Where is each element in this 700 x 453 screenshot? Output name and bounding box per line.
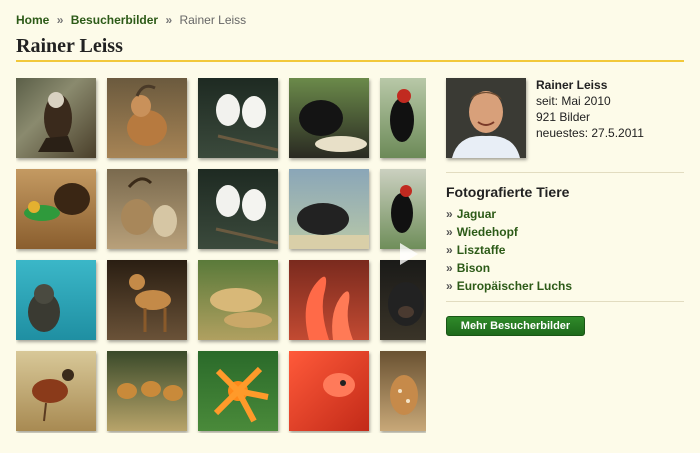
- photo-thumbnail[interactable]: [289, 351, 369, 431]
- more-visitor-images-button[interactable]: Mehr Besucherbilder: [446, 316, 585, 336]
- photo-thumbnail[interactable]: [380, 260, 426, 340]
- photo-grid: [16, 78, 426, 433]
- photo-thumbnail[interactable]: [198, 351, 278, 431]
- animal-link[interactable]: Lisztaffe: [457, 243, 506, 257]
- breadcrumb: Home » Besucherbilder » Rainer Leiss: [16, 13, 246, 27]
- photo-thumbnail[interactable]: [198, 78, 278, 158]
- profile-name: Rainer Leiss: [536, 78, 608, 92]
- photo-thumbnail[interactable]: [289, 78, 369, 158]
- bullet: »: [446, 279, 453, 293]
- page-title: Rainer Leiss: [16, 35, 123, 57]
- divider: [446, 301, 684, 302]
- bullet: »: [446, 207, 453, 221]
- list-item[interactable]: » Bison: [446, 259, 572, 277]
- bullet: »: [446, 261, 453, 275]
- breadcrumb-separator: »: [56, 13, 64, 27]
- title-divider: [16, 60, 684, 62]
- photo-thumbnail[interactable]: [107, 351, 187, 431]
- photo-thumbnail[interactable]: [107, 260, 187, 340]
- profile-latest: neuestes: 27.5.2011: [536, 126, 644, 140]
- breadcrumb-separator: »: [165, 13, 173, 27]
- photo-thumbnail[interactable]: [16, 169, 96, 249]
- animal-link[interactable]: Europäischer Luchs: [457, 279, 572, 293]
- photo-thumbnail[interactable]: [198, 260, 278, 340]
- photo-thumbnail[interactable]: [198, 169, 278, 249]
- animal-link[interactable]: Wiedehopf: [457, 225, 518, 239]
- animal-link[interactable]: Bison: [457, 261, 490, 275]
- breadcrumb-current: Rainer Leiss: [179, 13, 247, 27]
- photo-thumbnail[interactable]: [380, 351, 426, 431]
- breadcrumb-section-link[interactable]: Besucherbilder: [71, 13, 158, 27]
- profile-since: seit: Mai 2010: [536, 94, 611, 108]
- photo-thumbnail[interactable]: [16, 260, 96, 340]
- divider: [446, 172, 684, 173]
- photo-thumbnail[interactable]: [107, 169, 187, 249]
- photo-thumbnail[interactable]: [289, 260, 369, 340]
- animals-section-title: Fotografierte Tiere: [446, 184, 570, 200]
- bullet: »: [446, 225, 453, 239]
- photo-thumbnail[interactable]: [16, 351, 96, 431]
- avatar[interactable]: [446, 78, 526, 158]
- list-item[interactable]: » Wiedehopf: [446, 223, 572, 241]
- animal-list: » Jaguar » Wiedehopf » Lisztaffe » Bison » Eu…: [446, 205, 572, 295]
- list-item[interactable]: » Europäischer Luchs: [446, 277, 572, 295]
- next-arrow-icon[interactable]: [398, 241, 420, 267]
- photo-thumbnail[interactable]: [107, 78, 187, 158]
- photo-thumbnail[interactable]: [380, 169, 426, 249]
- animal-link[interactable]: Jaguar: [457, 207, 496, 221]
- breadcrumb-home-link[interactable]: Home: [16, 13, 49, 27]
- list-item[interactable]: » Lisztaffe: [446, 241, 572, 259]
- photo-thumbnail[interactable]: [289, 169, 369, 249]
- photo-thumbnail[interactable]: [16, 78, 96, 158]
- profile-image-count: 921 Bilder: [536, 110, 591, 124]
- profile-info: Rainer Leiss seit: Mai 2010 921 Bilder n…: [536, 77, 644, 141]
- photo-thumbnail[interactable]: [380, 78, 426, 158]
- bullet: »: [446, 243, 453, 257]
- list-item[interactable]: » Jaguar: [446, 205, 572, 223]
